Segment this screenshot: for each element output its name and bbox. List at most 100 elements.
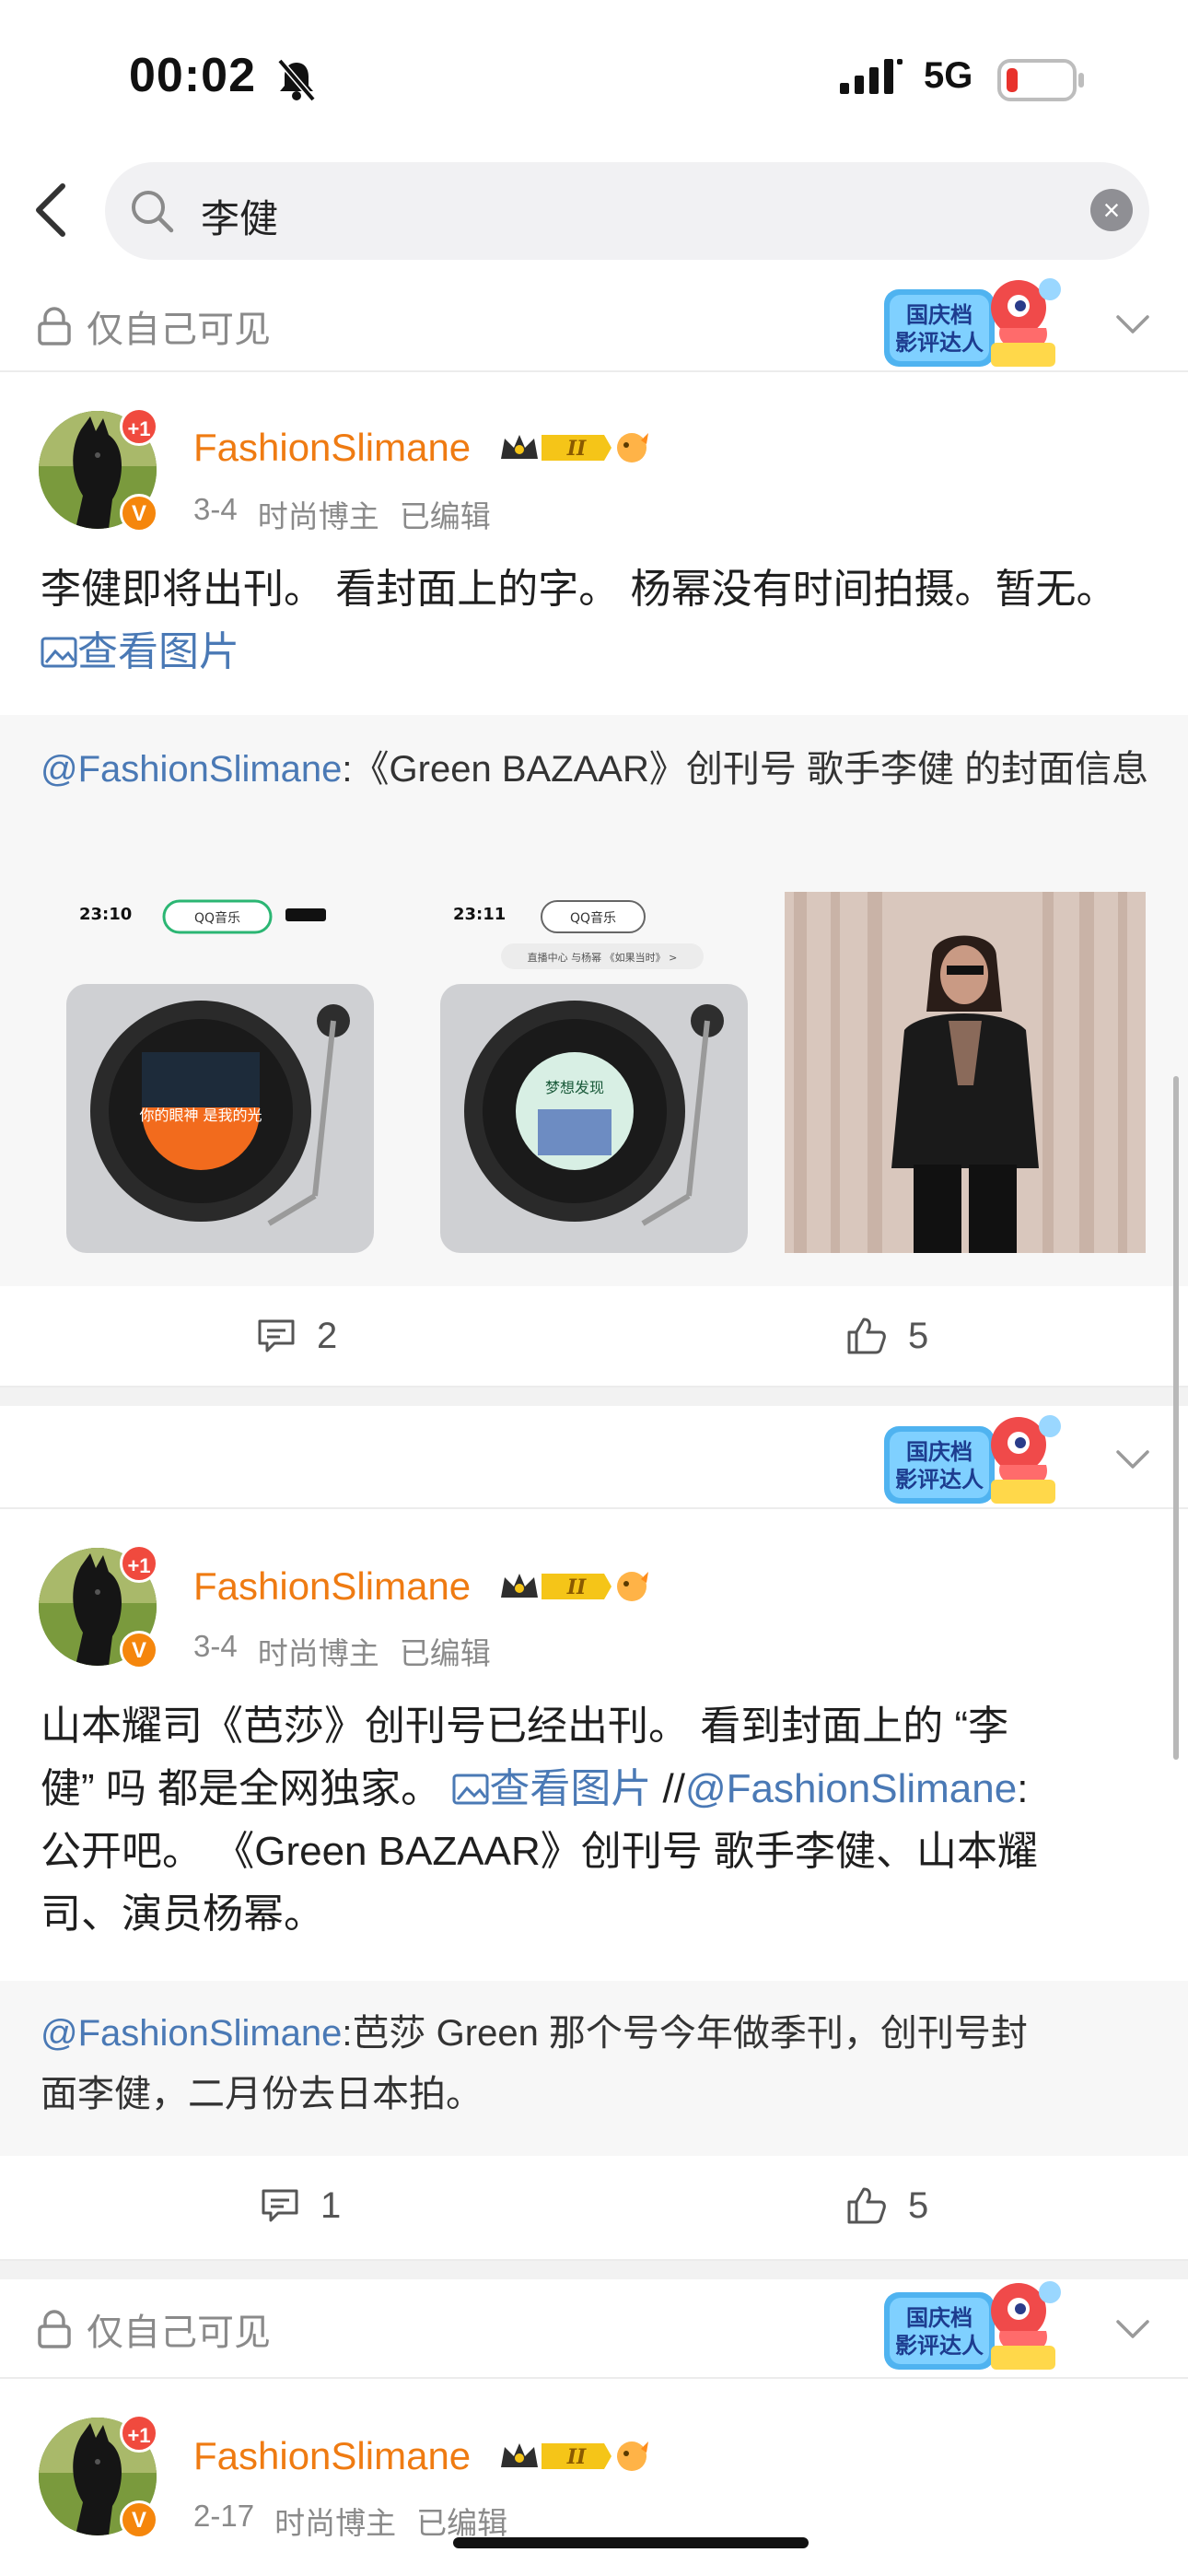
like-button[interactable]: 5 (845, 2178, 928, 2233)
national-day-critic-badge[interactable]: 国庆档 影评达人 (880, 2276, 1066, 2379)
post-line: 健” 吗 都是全网独家。 查看图片 //@FashionSlimane: (41, 1758, 1155, 1821)
national-day-critic-badge[interactable]: 国庆档 影评达人 (880, 273, 1066, 376)
post-date: 3-4 (193, 1629, 238, 1663)
privacy-text: 仅自己可见 (87, 310, 271, 350)
plus-one-badge: +1 (120, 407, 158, 446)
divider (0, 370, 1188, 372)
repost-mention-link[interactable]: @FashionSlimane (41, 749, 342, 790)
level-text: II (566, 437, 587, 461)
post-edited: 已编辑 (399, 499, 491, 533)
crown-level-icon: II (501, 1572, 648, 1601)
post-edited: 已编辑 (399, 1636, 491, 1670)
post-category: 时尚博主 (257, 499, 379, 533)
level-badge: II (497, 2438, 650, 2475)
national-day-critic-badge[interactable]: 国庆档 影评达人 (880, 1410, 1066, 1513)
privacy-label: 仅自己可见 (37, 2301, 271, 2357)
repost-mention-link[interactable]: @FashionSlimane (41, 2013, 342, 2054)
chevron-down-icon[interactable] (1114, 1445, 1151, 1472)
thumb-pill: QQ音乐 (194, 910, 240, 926)
post-line: 山本耀司《芭莎》创刊号已经出刊。 看到封面上的 “李 (41, 1704, 1009, 1749)
disc-text: 你的眼神 是我的光 (139, 1107, 262, 1124)
privacy-text: 仅自己可见 (87, 2313, 271, 2353)
image-thumbnail[interactable]: 23:10 QQ音乐 你的眼神 是我的光 (39, 892, 400, 1253)
comment-count: 1 (320, 2184, 342, 2226)
level-badge: II (497, 429, 650, 466)
badge-line2: 影评达人 (895, 1467, 984, 1493)
comment-button[interactable]: 2 (256, 1308, 337, 1364)
divider (0, 1507, 1188, 1509)
like-count: 5 (908, 2184, 929, 2226)
post-date: 3-4 (193, 492, 238, 526)
mention-suffix: : (1017, 1766, 1029, 1811)
image-icon (452, 1774, 489, 1805)
view-image-text[interactable]: 查看图片 (77, 629, 239, 674)
post-meta: 3-4 时尚博主 已编辑 (193, 1629, 491, 1673)
post-line: 公开吧。 《Green BAZAAR》创刊号 歌手李健、山本耀 (41, 1829, 1039, 1874)
post-body: 山本耀司《芭莎》创刊号已经出刊。 看到封面上的 “李 健” 吗 都是全网独家。 … (41, 1695, 1155, 1946)
battery-icon (997, 59, 1084, 101)
repost-text: :芭莎 Green 那个号今年做季刊，创刊号封 (342, 2013, 1028, 2054)
badge-line1: 国庆档 (906, 302, 973, 328)
repost-text: :《Green BAZAAR》创刊号 歌手李健 的封面信息 (342, 749, 1149, 790)
username[interactable]: FashionSlimane (193, 426, 471, 470)
repost-body: @FashionSlimane:《Green BAZAAR》创刊号 歌手李健 的… (41, 739, 1155, 800)
comment-count: 2 (317, 1315, 338, 1356)
scrollbar[interactable] (1173, 1076, 1179, 1760)
cellular-signal-icon (840, 59, 903, 94)
crown-level-icon: II (501, 2441, 648, 2471)
thumb-time: 23:11 (453, 905, 506, 924)
image-icon (41, 637, 77, 668)
privacy-label: 仅自己可见 (37, 299, 271, 354)
image-thumbnail-photo[interactable] (785, 892, 1146, 1253)
like-button[interactable]: 5 (845, 1308, 928, 1364)
view-image-link[interactable]: 查看图片 (41, 629, 239, 674)
lock-icon (38, 2310, 71, 2348)
chevron-down-icon[interactable] (1114, 2314, 1151, 2342)
verified-badge-icon: V (120, 1631, 158, 1669)
badge-line2: 影评达人 (895, 2333, 984, 2359)
thumb-pill: QQ音乐 (570, 910, 616, 926)
verified-badge-icon: V (120, 494, 158, 533)
section-gap (0, 1388, 1188, 1406)
post-date: 2-17 (193, 2499, 255, 2533)
repost-body: @FashionSlimane:芭莎 Green 那个号今年做季刊，创刊号封 面… (41, 2003, 1155, 2125)
comment-button[interactable]: 1 (260, 2178, 341, 2233)
comment-icon (258, 1319, 295, 1352)
post-meta: 2-17 时尚博主 已编辑 (193, 2499, 507, 2543)
thumbs-up-icon (847, 1317, 886, 1354)
disc-text: 梦想发现 (545, 1079, 604, 1096)
level-text: II (566, 2445, 587, 2469)
search-input[interactable]: 李健 (201, 188, 278, 244)
mention-link[interactable]: @FashionSlimane (685, 1766, 1017, 1811)
post-category: 时尚博主 (257, 1636, 379, 1670)
crown-level-icon: II (501, 433, 648, 463)
home-indicator[interactable] (453, 2537, 809, 2548)
username[interactable]: FashionSlimane (193, 2434, 471, 2478)
post-edited: 已编辑 (416, 2506, 508, 2540)
repost-line: @FashionSlimane:芭莎 Green 那个号今年做季刊，创刊号封 (41, 2003, 1155, 2064)
badge-line1: 国庆档 (906, 2305, 973, 2331)
plus-one-badge: +1 (120, 2414, 158, 2453)
bell-muted-icon (277, 59, 316, 101)
divider (0, 2377, 1188, 2379)
level-text: II (566, 1575, 587, 1599)
post-line-text: 健” 吗 都是全网独家。 (41, 1766, 453, 1811)
thumb-pill2: 直播中心 与杨幂 《如果当时》 > (528, 951, 678, 964)
image-thumbnail[interactable]: 23:11 QQ音乐 直播中心 与杨幂 《如果当时》 > 梦想发现 (413, 892, 774, 1253)
chevron-down-icon[interactable] (1114, 310, 1151, 337)
level-badge: II (497, 1568, 650, 1605)
repost-line: 面李健，二月份去日本拍。 (41, 2074, 483, 2114)
clear-search-icon[interactable]: × (1090, 189, 1133, 231)
post-text: 李健即将出刊。 看封面上的字。 杨幂没有时间拍摄。暂无。 (41, 567, 1117, 612)
username[interactable]: FashionSlimane (193, 1564, 471, 1609)
view-image-link[interactable]: 查看图片 (452, 1766, 651, 1811)
badge-line2: 影评达人 (895, 330, 984, 356)
plus-one-badge: +1 (120, 1544, 158, 1583)
post-meta: 3-4 时尚博主 已编辑 (193, 492, 491, 536)
network-type: 5G (924, 55, 973, 96)
mention-prefix: // (651, 1766, 686, 1811)
thumbs-up-icon (847, 2187, 886, 2224)
back-arrow-icon[interactable] (33, 182, 66, 238)
view-image-text[interactable]: 查看图片 (489, 1766, 651, 1811)
lock-icon (38, 307, 71, 345)
